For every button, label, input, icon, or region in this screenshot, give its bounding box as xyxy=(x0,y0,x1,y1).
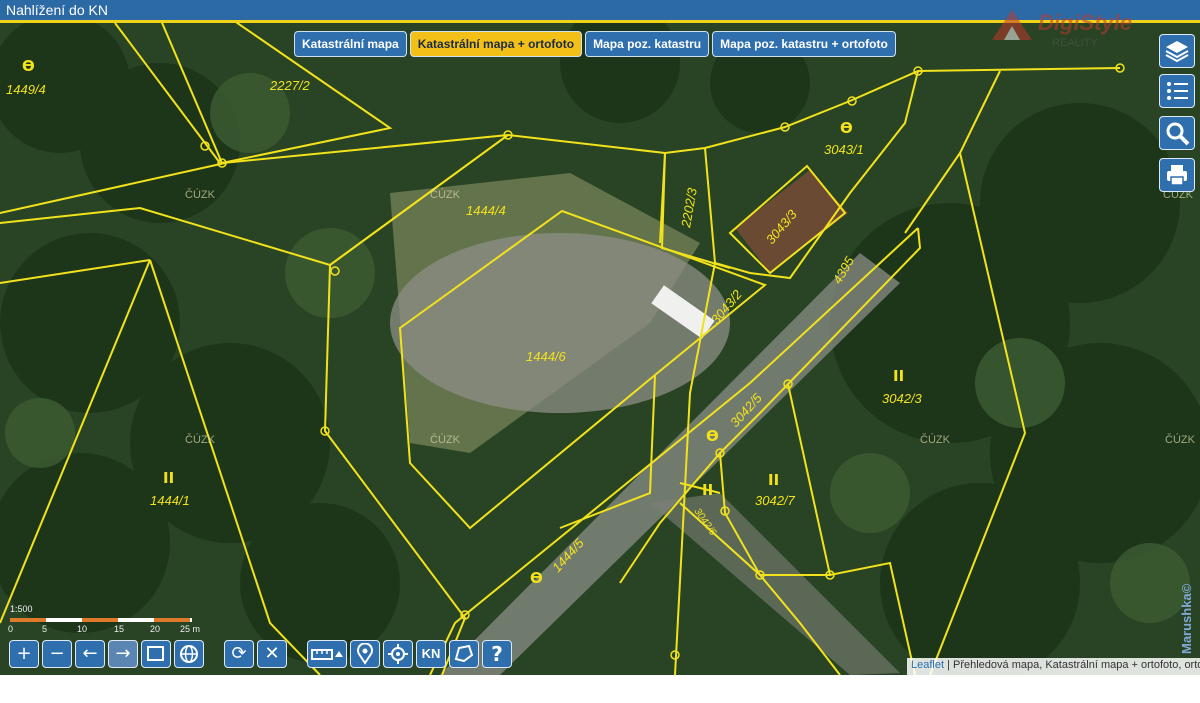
map-canvas[interactable]: ČÚZK ČÚZK ČÚZK ČÚZK ČÚZK ČÚZK ČÚZK Ө Ө Ө… xyxy=(0,23,1200,675)
layers-icon xyxy=(1165,41,1189,63)
print-button[interactable] xyxy=(1159,158,1195,192)
parcel-label: 3042/6 xyxy=(692,506,719,538)
parcel-label: 1444/1 xyxy=(150,493,190,508)
parcel-overlay: ČÚZK ČÚZK ČÚZK ČÚZK ČÚZK ČÚZK ČÚZK Ө Ө Ө… xyxy=(0,23,1196,675)
parcel-label: 2202/3 xyxy=(678,186,700,230)
parcel-symbol: II xyxy=(893,367,904,385)
marushka-text: Marushka© xyxy=(1179,583,1194,654)
globe-icon xyxy=(180,645,198,663)
parcel-symbol: II xyxy=(702,481,713,499)
legend-list-icon xyxy=(1167,82,1188,100)
parcel-symbol: Ө xyxy=(840,119,853,137)
watermark-cuzk: ČÚZK xyxy=(430,433,461,446)
parcel-label: 3043/3 xyxy=(763,206,801,247)
digistyle-logo: DigiStyle REALITY xyxy=(990,4,1170,49)
back-button[interactable]: ← xyxy=(75,640,105,668)
gps-pin-icon xyxy=(357,642,373,665)
crosshair-icon xyxy=(388,644,408,664)
print-icon xyxy=(1167,165,1187,186)
parcel-label: 1444/4 xyxy=(466,203,506,218)
search-zoom-icon xyxy=(1166,122,1190,146)
watermark-cuzk: ČÚZK xyxy=(920,433,951,446)
logo-text: DigiStyle xyxy=(1038,10,1132,35)
parcel-label: 1449/4 xyxy=(6,82,46,97)
parcel-symbol: Ө xyxy=(22,57,35,75)
parcel-select-button[interactable] xyxy=(449,640,479,668)
zoom-box-button[interactable] xyxy=(141,640,171,668)
map-type-tabs: Katastrální mapa Katastrální mapa + orto… xyxy=(294,31,896,57)
zoom-rectangle-icon xyxy=(147,646,164,661)
watermark-cuzk: ČÚZK xyxy=(185,433,216,446)
clear-button[interactable]: ✕ xyxy=(257,640,287,668)
parcel-label: 3043/1 xyxy=(824,142,864,157)
legend-button[interactable] xyxy=(1159,74,1195,108)
tab-mapa-poz-katastru-ortofoto[interactable]: Mapa poz. katastru + ortofoto xyxy=(712,31,896,57)
scale-ratio: 1:500 xyxy=(10,604,33,614)
attribution: Leaflet | Přehledová mapa, Katastrální m… xyxy=(907,658,1200,677)
scale-bar: 1:500 0 5 10 15 20 25 m xyxy=(8,604,201,634)
close-icon: ✕ xyxy=(264,643,280,664)
parcel-label: 2227/2 xyxy=(269,78,311,93)
plus-icon: + xyxy=(16,643,32,664)
arrow-right-icon: → xyxy=(115,643,131,664)
zoom-in-button[interactable]: + xyxy=(9,640,39,668)
parcel-symbol: Ө xyxy=(706,427,719,445)
tab-katastralni-mapa[interactable]: Katastrální mapa xyxy=(294,31,407,57)
parcel-label: 1444/6 xyxy=(526,349,567,364)
marushka-badge: Marushka© xyxy=(1179,583,1194,654)
refresh-button[interactable]: ⟳ xyxy=(224,640,254,668)
leaflet-link[interactable]: Leaflet xyxy=(911,659,944,671)
forward-button[interactable]: → xyxy=(108,640,138,668)
measure-button[interactable] xyxy=(307,640,347,668)
search-button[interactable] xyxy=(1159,116,1195,150)
minus-icon: − xyxy=(49,643,65,664)
parcel-polygon-icon xyxy=(454,644,474,663)
parcel-symbol: II xyxy=(768,471,779,489)
parcel-symbol: II xyxy=(163,469,174,487)
zoom-out-button[interactable]: − xyxy=(42,640,72,668)
watermark-cuzk: ČÚZK xyxy=(430,188,461,201)
full-extent-button[interactable] xyxy=(174,640,204,668)
layers-button[interactable] xyxy=(1159,34,1195,68)
refresh-icon: ⟳ xyxy=(231,643,247,664)
arrow-left-icon: ← xyxy=(82,643,98,664)
tab-mapa-poz-katastru[interactable]: Mapa poz. katastru xyxy=(585,31,710,57)
watermark-cuzk: ČÚZK xyxy=(1165,433,1196,446)
watermark-cuzk: ČÚZK xyxy=(185,188,216,201)
window-title: Nahlížení do KN xyxy=(6,2,108,18)
parcel-label: 3042/7 xyxy=(755,493,796,508)
gps-location-button[interactable] xyxy=(350,640,380,668)
locate-button[interactable] xyxy=(383,640,413,668)
parcel-label: 4395 xyxy=(830,253,858,286)
tab-katastralni-mapa-ortofoto[interactable]: Katastrální mapa + ortofoto xyxy=(409,31,583,57)
parcel-label: 3042/3 xyxy=(882,391,923,406)
ruler-icon xyxy=(311,649,343,660)
parcel-symbol: Ө xyxy=(530,569,543,587)
logo-subtext: REALITY xyxy=(1052,37,1099,48)
attribution-text: | Přehledová mapa, Katastrální mapa + or… xyxy=(944,659,1200,671)
help-button[interactable]: ? xyxy=(482,640,512,668)
kn-info-button[interactable]: KN xyxy=(416,640,446,668)
scale-bar-stripe xyxy=(10,618,192,622)
